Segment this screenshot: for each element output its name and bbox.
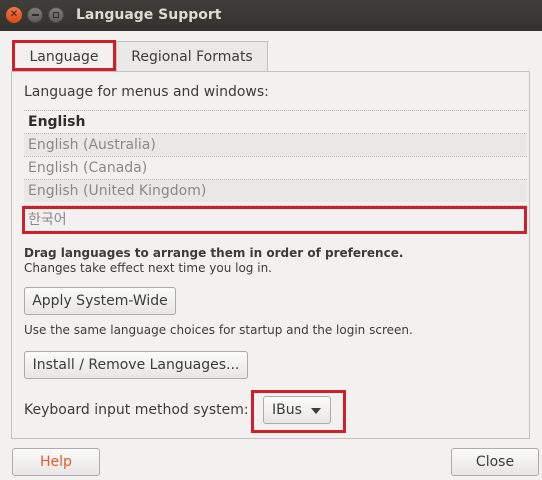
window-close-button[interactable]: ✕ <box>6 7 22 23</box>
chevron-down-icon <box>311 408 321 414</box>
help-button[interactable]: Help <box>12 448 100 476</box>
language-item-english[interactable]: English <box>24 110 527 133</box>
tab-language[interactable]: Language <box>14 41 114 71</box>
language-item-english-australia[interactable]: English (Australia) <box>24 133 527 156</box>
tab-regional-formats[interactable]: Regional Formats <box>116 41 268 71</box>
window-title: Language Support <box>76 7 222 23</box>
apply-system-wide-button[interactable]: Apply System-Wide <box>24 287 176 315</box>
keyboard-input-method-select[interactable]: IBus <box>263 396 331 424</box>
maximize-icon <box>53 12 59 18</box>
close-button[interactable]: Close <box>451 448 539 476</box>
minimize-icon <box>31 14 39 16</box>
keyboard-input-selected-value: IBus <box>272 402 302 418</box>
language-item-english-canada[interactable]: English (Canada) <box>24 156 527 179</box>
language-item-english-uk[interactable]: English (United Kingdom) <box>24 179 527 202</box>
drag-hint: Drag languages to arrange them in order … <box>24 246 404 260</box>
login-hint: Changes take effect next time you log in… <box>24 261 272 275</box>
title-bar: ✕ Language Support <box>0 0 542 31</box>
language-list-heading: Language for menus and windows: <box>24 84 269 100</box>
window-minimize-button[interactable] <box>27 7 43 23</box>
language-item-korean[interactable]: 한국어 <box>24 205 527 232</box>
window-maximize-button[interactable] <box>48 7 64 23</box>
apply-note: Use the same language choices for startu… <box>24 323 413 337</box>
close-icon: ✕ <box>9 9 19 20</box>
install-remove-languages-button[interactable]: Install / Remove Languages... <box>24 351 248 379</box>
keyboard-input-label: Keyboard input method system: <box>24 402 249 418</box>
